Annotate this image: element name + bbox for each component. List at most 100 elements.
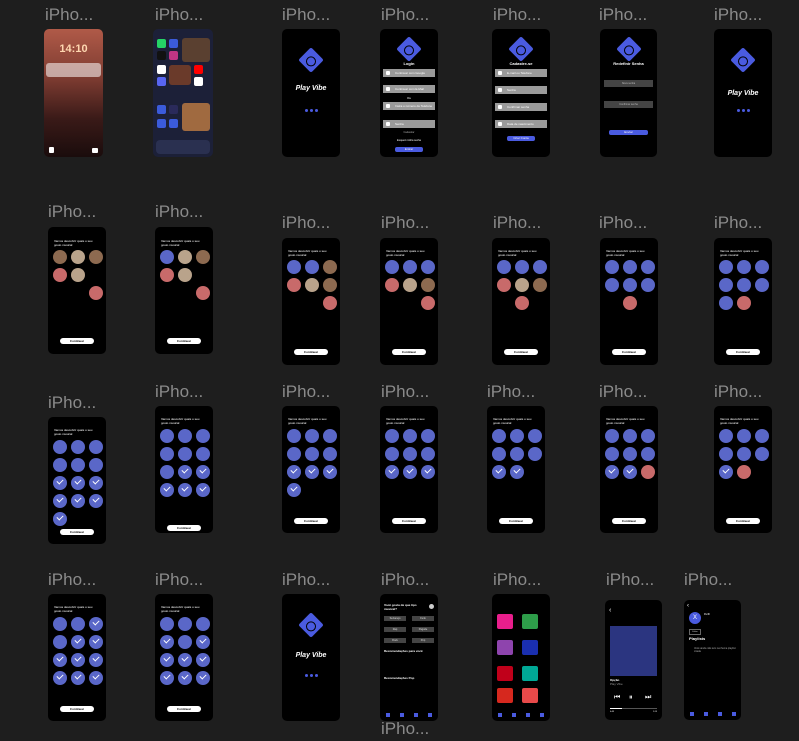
profile-icon[interactable] <box>429 604 434 609</box>
continue-button[interactable]: Continuar <box>504 349 538 355</box>
artist-avatar-selected[interactable] <box>178 483 192 497</box>
artist-avatar[interactable] <box>421 260 435 274</box>
artist-avatar[interactable] <box>196 447 210 461</box>
artist-avatar-selected[interactable] <box>178 653 192 667</box>
continue-button[interactable]: Continuar <box>60 338 94 344</box>
artist-avatar[interactable] <box>287 260 301 274</box>
artist-avatar[interactable] <box>492 447 506 461</box>
tiktok-icon[interactable] <box>157 51 166 60</box>
artist-avatar[interactable] <box>719 278 733 292</box>
artist-avatar-selected[interactable] <box>53 671 67 685</box>
artist-avatar[interactable] <box>497 278 511 292</box>
artist-avatar[interactable] <box>605 447 619 461</box>
artist-avatar[interactable] <box>196 429 210 443</box>
continue-button[interactable]: Continuar <box>392 349 426 355</box>
artist-avatar[interactable] <box>53 250 67 264</box>
continue-button[interactable]: Continuar <box>60 706 94 712</box>
artist-avatar[interactable] <box>178 635 192 649</box>
artist-avatar[interactable] <box>719 260 733 274</box>
artist-avatar[interactable] <box>510 429 524 443</box>
continue-button[interactable]: Continuar <box>499 518 533 524</box>
artist-avatar-selected[interactable] <box>89 494 103 508</box>
artist-avatar[interactable] <box>53 440 67 454</box>
artist-avatar[interactable] <box>719 429 733 443</box>
artist-avatar-selected[interactable] <box>287 465 301 479</box>
artist-avatar[interactable] <box>755 278 769 292</box>
artist-avatar[interactable] <box>71 250 85 264</box>
roblox-icon[interactable] <box>194 77 203 86</box>
artist-avatar-selected[interactable] <box>71 671 85 685</box>
artist-avatar[interactable] <box>755 260 769 274</box>
artist-avatar[interactable] <box>305 429 319 443</box>
artist-avatar[interactable] <box>623 260 637 274</box>
artist-avatar-selected[interactable] <box>287 483 301 497</box>
artist-avatar[interactable] <box>178 447 192 461</box>
artist-avatar-selected[interactable] <box>71 476 85 490</box>
artist-avatar-selected[interactable] <box>53 653 67 667</box>
artist-avatar[interactable] <box>385 260 399 274</box>
genre-chip[interactable]: Rap <box>384 627 406 632</box>
artist-avatar[interactable] <box>305 260 319 274</box>
continue-button[interactable]: Continuar <box>612 349 646 355</box>
artist-avatar[interactable] <box>492 429 506 443</box>
artist-avatar-selected[interactable] <box>89 476 103 490</box>
artist-avatar[interactable] <box>421 429 435 443</box>
artist-avatar[interactable] <box>71 440 85 454</box>
artist-avatar[interactable] <box>89 286 103 300</box>
artist-avatar-selected[interactable] <box>196 483 210 497</box>
home-icon[interactable] <box>386 713 390 717</box>
artist-avatar-selected[interactable] <box>53 494 67 508</box>
genre-chip[interactable]: Rock <box>384 638 406 643</box>
category-tile[interactable] <box>497 640 513 655</box>
continue-button[interactable]: Continuar <box>726 349 760 355</box>
artist-avatar[interactable] <box>510 447 524 461</box>
artist-avatar[interactable] <box>89 440 103 454</box>
category-tile[interactable] <box>497 688 513 703</box>
category-tile[interactable] <box>497 666 513 681</box>
password-confirm-input[interactable]: Confirmar senha <box>495 103 547 111</box>
category-tile[interactable] <box>522 666 538 681</box>
artist-avatar[interactable] <box>323 260 337 274</box>
continue-button[interactable]: Continuar <box>294 349 328 355</box>
artist-avatar[interactable] <box>178 250 192 264</box>
artist-avatar[interactable] <box>53 268 67 282</box>
artist-avatar[interactable] <box>160 429 174 443</box>
artist-avatar[interactable] <box>403 260 417 274</box>
artist-avatar[interactable] <box>160 250 174 264</box>
continue-button[interactable]: Continuar <box>294 518 328 524</box>
library-icon[interactable] <box>526 713 530 717</box>
previous-icon[interactable]: ⏮ <box>614 694 620 701</box>
artist-avatar[interactable] <box>196 617 210 631</box>
artist-avatar[interactable] <box>323 447 337 461</box>
password-input[interactable]: Senha <box>383 120 435 128</box>
artist-avatar[interactable] <box>623 429 637 443</box>
search-icon[interactable] <box>703 712 708 716</box>
artist-avatar[interactable] <box>178 268 192 282</box>
artist-avatar[interactable] <box>305 278 319 292</box>
artist-avatar-selected[interactable] <box>510 465 524 479</box>
continue-button[interactable]: Continuar <box>167 525 201 531</box>
continue-button[interactable]: Continuar <box>167 706 201 712</box>
app-icon[interactable] <box>157 105 166 114</box>
phone-input[interactable]: Insira o número de Telefone <box>383 102 435 110</box>
category-tile[interactable] <box>522 614 538 629</box>
artist-avatar[interactable] <box>515 296 529 310</box>
phone-home-screen[interactable] <box>153 29 213 157</box>
artist-avatar[interactable] <box>719 296 733 310</box>
genre-chip[interactable]: Pagode <box>412 627 434 632</box>
artist-avatar[interactable] <box>737 447 751 461</box>
appstore-icon[interactable] <box>169 119 178 128</box>
artist-avatar[interactable] <box>605 278 619 292</box>
artist-avatar[interactable] <box>403 447 417 461</box>
artist-avatar[interactable] <box>515 278 529 292</box>
artist-avatar[interactable] <box>755 447 769 461</box>
continue-button[interactable]: Continuar <box>392 518 426 524</box>
artist-avatar[interactable] <box>528 447 542 461</box>
artist-avatar[interactable] <box>421 278 435 292</box>
artist-avatar[interactable] <box>53 458 67 472</box>
artist-avatar[interactable] <box>528 429 542 443</box>
artist-avatar[interactable] <box>605 260 619 274</box>
artist-avatar[interactable] <box>755 429 769 443</box>
camera-icon[interactable] <box>157 119 166 128</box>
add-icon[interactable] <box>731 712 736 716</box>
